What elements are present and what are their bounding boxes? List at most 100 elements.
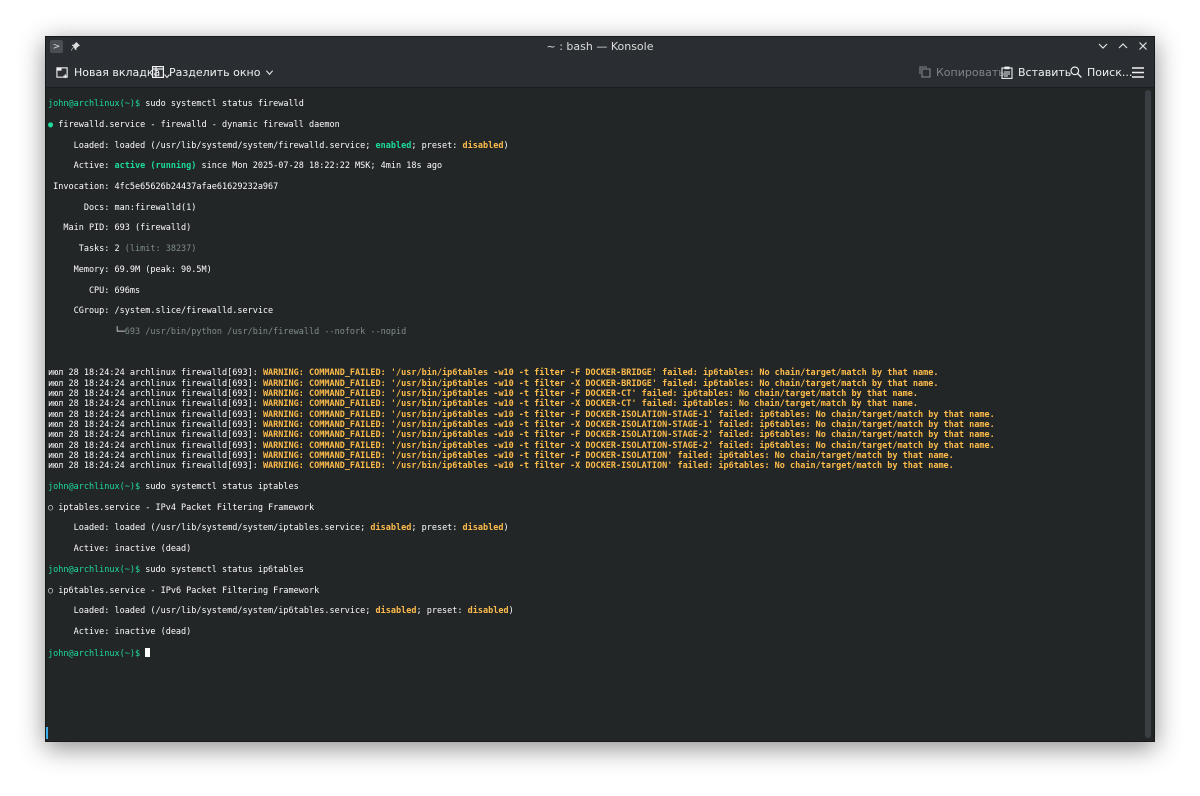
log-prefix: июл 28 18:24:24 archlinux firewalld[693]… (48, 368, 263, 379)
cgroup-tree: └─ (48, 326, 125, 337)
new-tab-label: Новая вкладка (74, 65, 161, 79)
log-prefix: июл 28 18:24:24 archlinux firewalld[693]… (48, 420, 263, 430)
terminal-line: Invocation: 4fc5e65626b24437afae61629232… (48, 182, 279, 193)
focus-marker (46, 727, 48, 739)
chevron-down-icon (266, 69, 274, 75)
search-label: Поиск... (1087, 65, 1133, 79)
loaded-text: Loaded: loaded (/usr/lib/systemd/system/… (48, 140, 376, 151)
log-prefix: июл 28 18:24:24 archlinux firewalld[693]… (48, 388, 263, 399)
preset-state: disabled (467, 606, 509, 617)
log-warning: WARNING: COMMAND_FAILED: '/usr/bin/ip6ta… (262, 420, 995, 430)
log-prefix: июл 28 18:24:24 archlinux firewalld[693]… (48, 409, 263, 420)
log-prefix: июл 28 18:24:24 archlinux firewalld[693]… (48, 440, 263, 451)
terminal-line: Tasks: 2 (limit: 38237) (48, 244, 1140, 254)
log-line: июл 28 18:24:24 archlinux firewalld[693]… (48, 389, 1140, 399)
log-warning: WARNING: COMMAND_FAILED: '/usr/bin/ip6ta… (262, 388, 918, 399)
terminal-line: Loaded: loaded (/usr/lib/systemd/system/… (48, 523, 1140, 533)
log-warning: WARNING: COMMAND_FAILED: '/usr/bin/ip6ta… (262, 368, 939, 379)
terminal-line: john@archlinux(~)$ sudo systemctl status… (48, 565, 1140, 575)
new-tab-icon (56, 66, 68, 78)
active-text: Active: (48, 161, 115, 172)
copy-button[interactable]: Копировать (919, 64, 1005, 80)
split-view-button[interactable]: Разделить окно (152, 64, 274, 80)
tasks-text: Tasks: 2 (48, 244, 125, 255)
enabled-state: enabled (375, 140, 412, 151)
copy-icon (919, 66, 931, 78)
log-warning: WARNING: COMMAND_FAILED: '/usr/bin/ip6ta… (262, 451, 954, 462)
terminal-line: john@archlinux(~)$ sudo systemctl status… (48, 99, 1140, 109)
terminal-line: Docs: man:firewalld(1) (48, 202, 197, 213)
shell-prompt: john@archlinux(~)$ (48, 482, 141, 493)
terminal-line: john@archlinux(~)$ sudo systemctl status… (48, 482, 1140, 492)
log-line: июл 28 18:24:24 archlinux firewalld[693]… (48, 441, 1140, 451)
command-text: sudo systemctl status ip6tables (140, 564, 304, 575)
log-line: июл 28 18:24:24 archlinux firewalld[693]… (48, 410, 1140, 420)
maximize-button[interactable] (1116, 39, 1130, 53)
loaded-text: Loaded: loaded (/usr/lib/systemd/system/… (48, 606, 376, 617)
log-warning: WARNING: COMMAND_FAILED: '/usr/bin/ip6ta… (262, 461, 954, 472)
hamburger-menu-icon (1132, 66, 1144, 78)
search-button[interactable]: Поиск... (1070, 64, 1132, 80)
terminal-line: CPU: 696ms (48, 285, 141, 296)
loaded-text: ; preset: (416, 606, 468, 617)
loaded-text: ) (508, 606, 514, 617)
log-line: июл 28 18:24:24 archlinux firewalld[693]… (48, 368, 1140, 378)
scrollbar[interactable] (1145, 90, 1151, 738)
log-line: июл 28 18:24:24 archlinux firewalld[693]… (48, 420, 1140, 430)
terminal-line: Active: inactive (dead) (48, 544, 192, 555)
terminal-line: CGroup: /system.slice/firewalld.service (48, 306, 274, 317)
search-icon (1070, 66, 1082, 78)
chevron-up-icon (1118, 43, 1128, 49)
copy-label: Копировать (936, 65, 1005, 79)
terminal-output[interactable]: john@archlinux(~)$ sudo systemctl status… (48, 89, 1140, 739)
paste-button[interactable]: Вставить (1001, 64, 1071, 80)
hamburger-menu-button[interactable] (1132, 64, 1144, 80)
log-warning: WARNING: COMMAND_FAILED: '/usr/bin/ip6ta… (262, 409, 995, 420)
log-line: июл 28 18:24:24 archlinux firewalld[693]… (48, 379, 1140, 389)
log-prefix: июл 28 18:24:24 archlinux firewalld[693]… (48, 430, 263, 441)
shell-prompt: john@archlinux(~)$ (48, 564, 141, 575)
loaded-text: ; preset: (411, 140, 463, 151)
paste-label: Вставить (1018, 65, 1072, 79)
log-prefix: июл 28 18:24:24 archlinux firewalld[693]… (48, 451, 263, 462)
window-title: ~ : bash — Konsole (546, 40, 654, 53)
cgroup-process: 693 /usr/bin/python /usr/bin/firewalld -… (124, 326, 407, 337)
service-header: ip6tables.service - IPv6 Packet Filterin… (53, 585, 320, 596)
minimize-button[interactable] (1096, 39, 1110, 53)
log-line: июл 28 18:24:24 archlinux firewalld[693]… (48, 430, 1140, 440)
close-icon (1139, 42, 1147, 50)
log-line: июл 28 18:24:24 archlinux firewalld[693]… (48, 461, 1140, 471)
terminal-line: Main PID: 693 (firewalld) (48, 223, 192, 234)
command-text: sudo systemctl status iptables (140, 482, 299, 493)
log-warning: WARNING: COMMAND_FAILED: '/usr/bin/ip6ta… (262, 430, 995, 441)
terminal-line: ○ ip6tables.service - IPv6 Packet Filter… (48, 586, 1140, 596)
close-button[interactable] (1136, 39, 1150, 53)
paste-icon (1001, 66, 1013, 79)
terminal-line: john@archlinux(~)$ (48, 647, 1140, 659)
log-warning: WARNING: COMMAND_FAILED: '/usr/bin/ip6ta… (262, 440, 995, 451)
disabled-state: disabled (370, 523, 412, 534)
active-state: active (running) (114, 161, 197, 172)
shell-prompt: john@archlinux(~)$ (48, 648, 141, 659)
split-view-icon (152, 66, 164, 78)
konsole-window: > ~ : bash — Konsole Новая вкладка Разде… (45, 36, 1155, 742)
toolbar: Новая вкладка Разделить окно Копировать … (46, 57, 1154, 88)
terminal-line: Active: inactive (dead) (48, 626, 192, 637)
terminal-line: Active: active (running) since Mon 2025-… (48, 161, 1140, 171)
command-text: sudo systemctl status firewalld (140, 99, 304, 110)
titlebar: > ~ : bash — Konsole (46, 37, 1154, 57)
service-header: iptables.service - IPv4 Packet Filtering… (53, 502, 315, 513)
text-cursor (145, 647, 151, 657)
log-warning: WARNING: COMMAND_FAILED: '/usr/bin/ip6ta… (262, 378, 939, 389)
log-line: июл 28 18:24:24 archlinux firewalld[693]… (48, 451, 1140, 461)
terminal-line: Memory: 69.9M (peak: 90.5M) (48, 264, 212, 275)
log-line: июл 28 18:24:24 archlinux firewalld[693]… (48, 399, 1140, 409)
log-prefix: июл 28 18:24:24 archlinux firewalld[693]… (48, 461, 263, 472)
log-prefix: июл 28 18:24:24 archlinux firewalld[693]… (48, 399, 263, 410)
log-block: июл 28 18:24:24 archlinux firewalld[693]… (48, 368, 1140, 471)
terminal-line: ● firewalld.service - firewalld - dynami… (48, 120, 1140, 130)
log-prefix: июл 28 18:24:24 archlinux firewalld[693]… (48, 378, 263, 389)
preset-state: disabled (462, 523, 504, 534)
loaded-text: ; preset: (411, 523, 463, 534)
